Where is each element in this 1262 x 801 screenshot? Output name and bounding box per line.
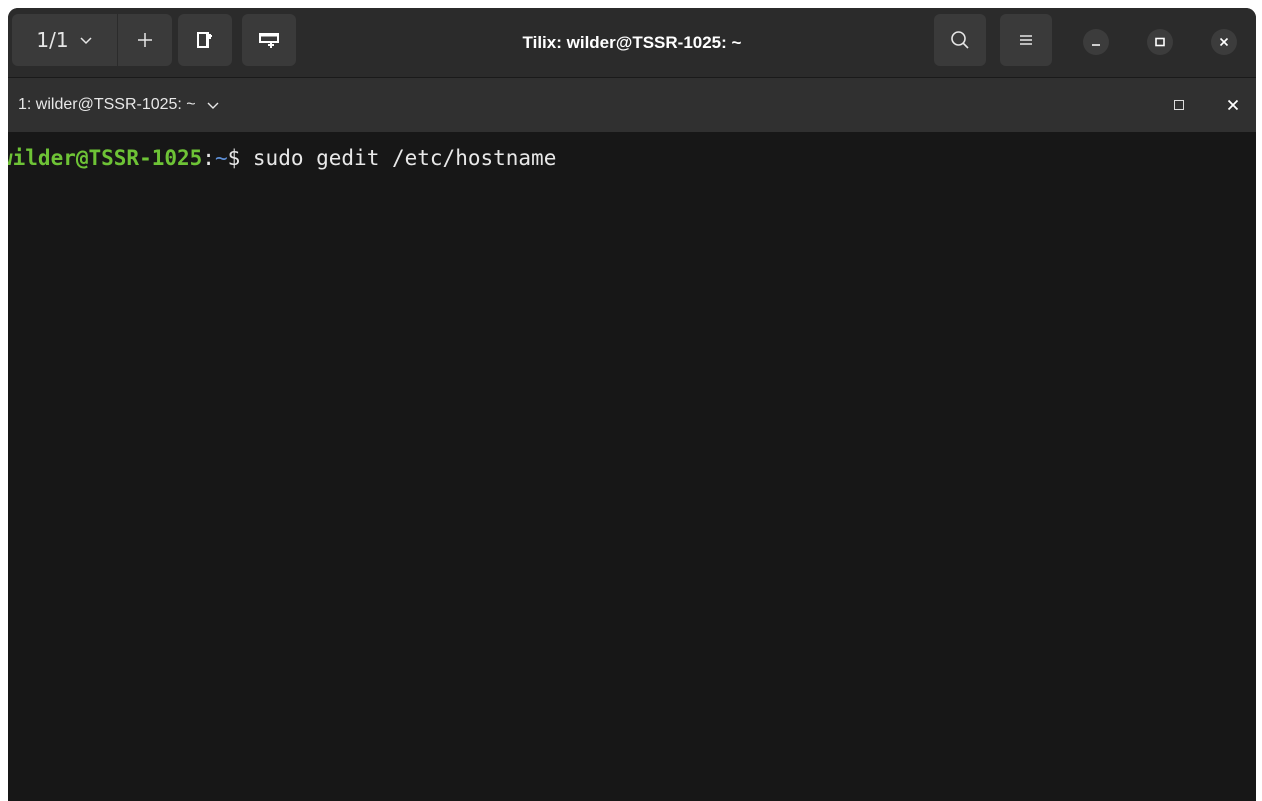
search-button[interactable] [934, 14, 986, 66]
minimize-button[interactable] [1083, 29, 1109, 55]
add-terminal-right-button[interactable] [178, 14, 232, 66]
command-text: sudo gedit /etc/hostname [240, 146, 557, 170]
add-terminal-down-button[interactable] [242, 14, 296, 66]
terminal-tab-bar: 1: wilder@TSSR-1025: ~ [8, 78, 1256, 132]
close-icon [1227, 99, 1239, 111]
terminal-line: wilder@TSSR-1025:~$ sudo gedit /etc/host… [8, 146, 556, 170]
session-button-group: 1/1 [12, 14, 172, 66]
headerbar: 1/1 Tilix: wilder@TSSR-1025: ~ [8, 8, 1256, 78]
session-selector-label: 1/1 [36, 28, 69, 52]
close-icon [1219, 37, 1229, 47]
maximize-icon [1155, 37, 1165, 47]
split-down-icon [259, 33, 279, 48]
chevron-down-icon [207, 102, 219, 109]
terminal-title-dropdown[interactable]: 1: wilder@TSSR-1025: ~ [18, 78, 220, 132]
maximize-icon [1174, 100, 1184, 110]
hamburger-menu-icon [1020, 35, 1032, 45]
main-menu-button[interactable] [1000, 14, 1052, 66]
prompt-symbol: $ [227, 146, 241, 170]
prompt-separator: : [202, 146, 215, 170]
prompt-path: ~ [214, 146, 228, 170]
add-session-button[interactable] [118, 14, 172, 66]
session-selector[interactable]: 1/1 [12, 14, 118, 66]
split-right-icon [197, 32, 212, 48]
terminal-maximize-button[interactable] [1166, 92, 1192, 118]
close-button[interactable] [1211, 29, 1237, 55]
tilix-window: 1/1 Tilix: wilder@TSSR-1025: ~ 1: wilder… [8, 8, 1256, 801]
plus-icon [138, 33, 152, 47]
terminal-title: 1: wilder@TSSR-1025: ~ [18, 96, 196, 113]
search-icon [951, 31, 969, 49]
chevron-down-icon [80, 37, 92, 45]
prompt-user-host: wilder@TSSR-1025 [8, 146, 203, 170]
minimize-icon [1092, 44, 1100, 46]
maximize-button[interactable] [1147, 29, 1173, 55]
terminal-output[interactable]: wilder@TSSR-1025:~$ sudo gedit /etc/host… [8, 132, 1256, 801]
window-title: Tilix: wilder@TSSR-1025: ~ [522, 32, 742, 52]
terminal-close-button[interactable] [1220, 92, 1246, 118]
